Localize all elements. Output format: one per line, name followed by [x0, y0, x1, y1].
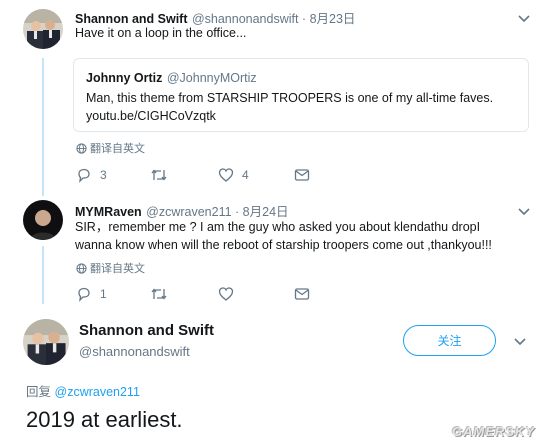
handle-timestamp[interactable]: @zcwraven211 · 8月24日: [146, 205, 288, 219]
chevron-down-icon[interactable]: [512, 333, 528, 349]
reply-button[interactable]: 1: [76, 286, 150, 302]
replying-to: 回复 @zcwraven211: [26, 381, 140, 400]
direct-message-button[interactable]: [294, 167, 310, 183]
quote-link[interactable]: youtu.be/CIGHCoVzqtk: [86, 107, 216, 125]
retweet-icon: [151, 169, 167, 181]
translate-label: 翻译自英文: [90, 263, 145, 275]
reply-icon: [78, 168, 90, 183]
translate-label: 翻译自英文: [90, 143, 145, 155]
thread-line: [42, 58, 44, 196]
translate-link[interactable]: 翻译自英文: [76, 140, 145, 156]
like-button[interactable]: 4: [218, 167, 294, 183]
direct-message-button[interactable]: [294, 286, 310, 302]
tweet-text-line: SIR，remember me ? I am the guy who asked…: [75, 220, 481, 234]
reply-handle-link[interactable]: @zcwraven211: [55, 385, 140, 399]
tweet-text: Have it on a loop in the office...: [75, 26, 247, 40]
translate-link[interactable]: 翻译自英文: [76, 260, 145, 276]
avatar[interactable]: [23, 200, 63, 240]
like-icon: [218, 168, 234, 182]
message-icon: [294, 288, 310, 300]
like-button[interactable]: [218, 286, 294, 302]
quote-text: Man, this theme from STARSHIP TROOPERS i…: [86, 91, 494, 105]
avatar[interactable]: [23, 319, 69, 365]
reply-count: 3: [100, 168, 107, 182]
thread-line: [42, 246, 44, 304]
quote-handle: @JohnnyMOrtiz: [166, 71, 257, 85]
retweet-icon: [151, 288, 167, 300]
follow-button[interactable]: 关注: [403, 325, 496, 356]
quoted-tweet[interactable]: Johnny Ortiz @JohnnyMOrtiz Man, this the…: [73, 58, 529, 132]
avatar[interactable]: [23, 9, 63, 49]
reply-icon: [78, 287, 90, 302]
display-name[interactable]: MYMRaven: [75, 205, 142, 219]
globe-icon: [76, 262, 87, 274]
watermark: GAMERSKY: [452, 424, 536, 439]
reply-prefix: 回复: [26, 385, 52, 399]
reply-button[interactable]: 3: [76, 167, 150, 183]
tweet-text-line: wanna know when will the reboot of stars…: [75, 238, 492, 252]
message-icon: [294, 169, 310, 181]
main-tweet-text: 2019 at earliest.: [26, 407, 183, 432]
chevron-down-icon[interactable]: [516, 203, 532, 219]
globe-icon: [76, 142, 87, 154]
tweet-text: SIR，remember me ? I am the guy who asked…: [75, 218, 492, 254]
reply-count: 1: [100, 287, 107, 301]
retweet-button[interactable]: [150, 167, 218, 183]
like-count: 4: [242, 168, 249, 182]
handle[interactable]: @shannonandswift: [79, 344, 190, 359]
quote-display-name: Johnny Ortiz: [86, 71, 163, 85]
retweet-button[interactable]: [150, 286, 218, 302]
display-name[interactable]: Shannon and Swift: [79, 322, 214, 339]
like-icon: [218, 287, 234, 301]
chevron-down-icon[interactable]: [516, 10, 532, 26]
